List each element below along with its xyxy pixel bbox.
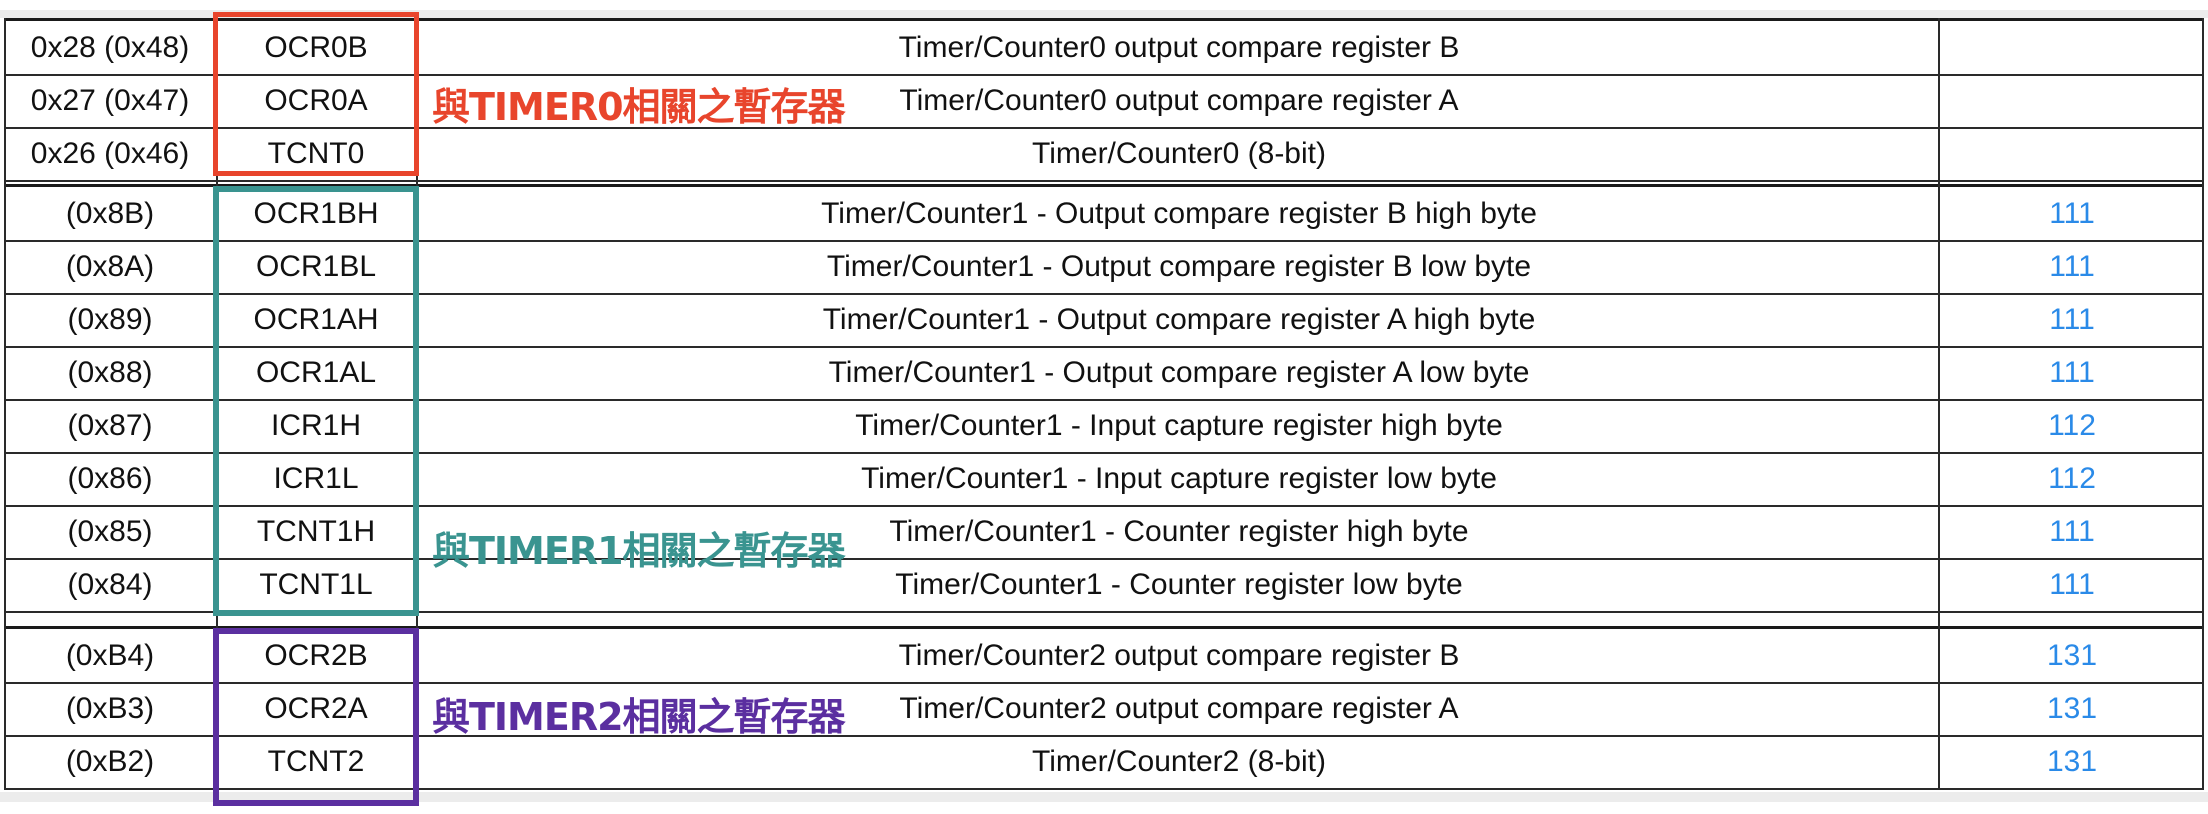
register-address: (0xB2) (65, 745, 155, 778)
register-address: (0x85) (67, 515, 153, 548)
register-address: 0x28 (0x48) (30, 31, 190, 64)
register-address: (0x84) (67, 568, 153, 601)
page-link[interactable]: 131 (1940, 735, 2204, 788)
register-description: Timer/Counter0 output compare register B (898, 31, 1460, 64)
page-link[interactable]: 111 (1940, 505, 2204, 558)
page-link[interactable] (1940, 74, 2204, 127)
timer0-highlight-box (213, 12, 419, 176)
register-description: Timer/Counter1 - Output compare register… (821, 197, 1537, 230)
column-divider (2202, 18, 2204, 790)
register-address: 0x27 (0x47) (30, 84, 190, 117)
register-description: Timer/Counter2 output compare register B (898, 639, 1460, 672)
register-description: Timer/Counter1 - Output compare register… (822, 303, 1536, 336)
timer2-annotation: 與TIMER2相關之暫存器 (432, 695, 846, 739)
register-address: (0x89) (67, 303, 153, 336)
register-description: Timer/Counter2 (8-bit) (1032, 745, 1326, 778)
timer0-annotation: 與TIMER0相關之暫存器 (432, 85, 846, 129)
register-description: Timer/Counter1 - Input capture register … (861, 462, 1497, 495)
register-address: (0x88) (67, 356, 153, 389)
page-link[interactable]: 111 (1940, 187, 2204, 240)
timer1-highlight-box (213, 186, 419, 616)
page-link[interactable]: 112 (1940, 399, 2204, 452)
page-link[interactable]: 131 (1940, 629, 2204, 682)
register-description: Timer/Counter1 - Input capture register … (855, 409, 1503, 442)
timer1-annotation: 與TIMER1相關之暫存器 (432, 529, 846, 573)
page-link[interactable]: 112 (1940, 452, 2204, 505)
register-address: (0x8B) (65, 197, 155, 230)
column-divider (4, 18, 6, 790)
register-address: (0xB3) (65, 692, 155, 725)
timer2-highlight-box (213, 628, 419, 806)
page-link[interactable]: 111 (1940, 240, 2204, 293)
page-link[interactable]: 131 (1940, 682, 2204, 735)
register-address: 0x26 (0x46) (30, 137, 190, 170)
page-link[interactable]: 111 (1940, 346, 2204, 399)
column-divider (1938, 18, 1940, 790)
register-description: Timer/Counter1 - Output compare register… (828, 356, 1530, 389)
page-link[interactable]: 111 (1940, 293, 2204, 346)
page-link[interactable] (1940, 127, 2204, 180)
register-address: (0x87) (67, 409, 153, 442)
register-description: Timer/Counter1 - Output compare register… (826, 250, 1532, 283)
register-address: (0x8A) (65, 250, 155, 283)
page-link[interactable] (1940, 21, 2204, 74)
register-address: (0xB4) (65, 639, 155, 672)
page-link[interactable]: 111 (1940, 558, 2204, 611)
register-description: Timer/Counter0 (8-bit) (1032, 137, 1326, 170)
register-address: (0x86) (67, 462, 153, 495)
